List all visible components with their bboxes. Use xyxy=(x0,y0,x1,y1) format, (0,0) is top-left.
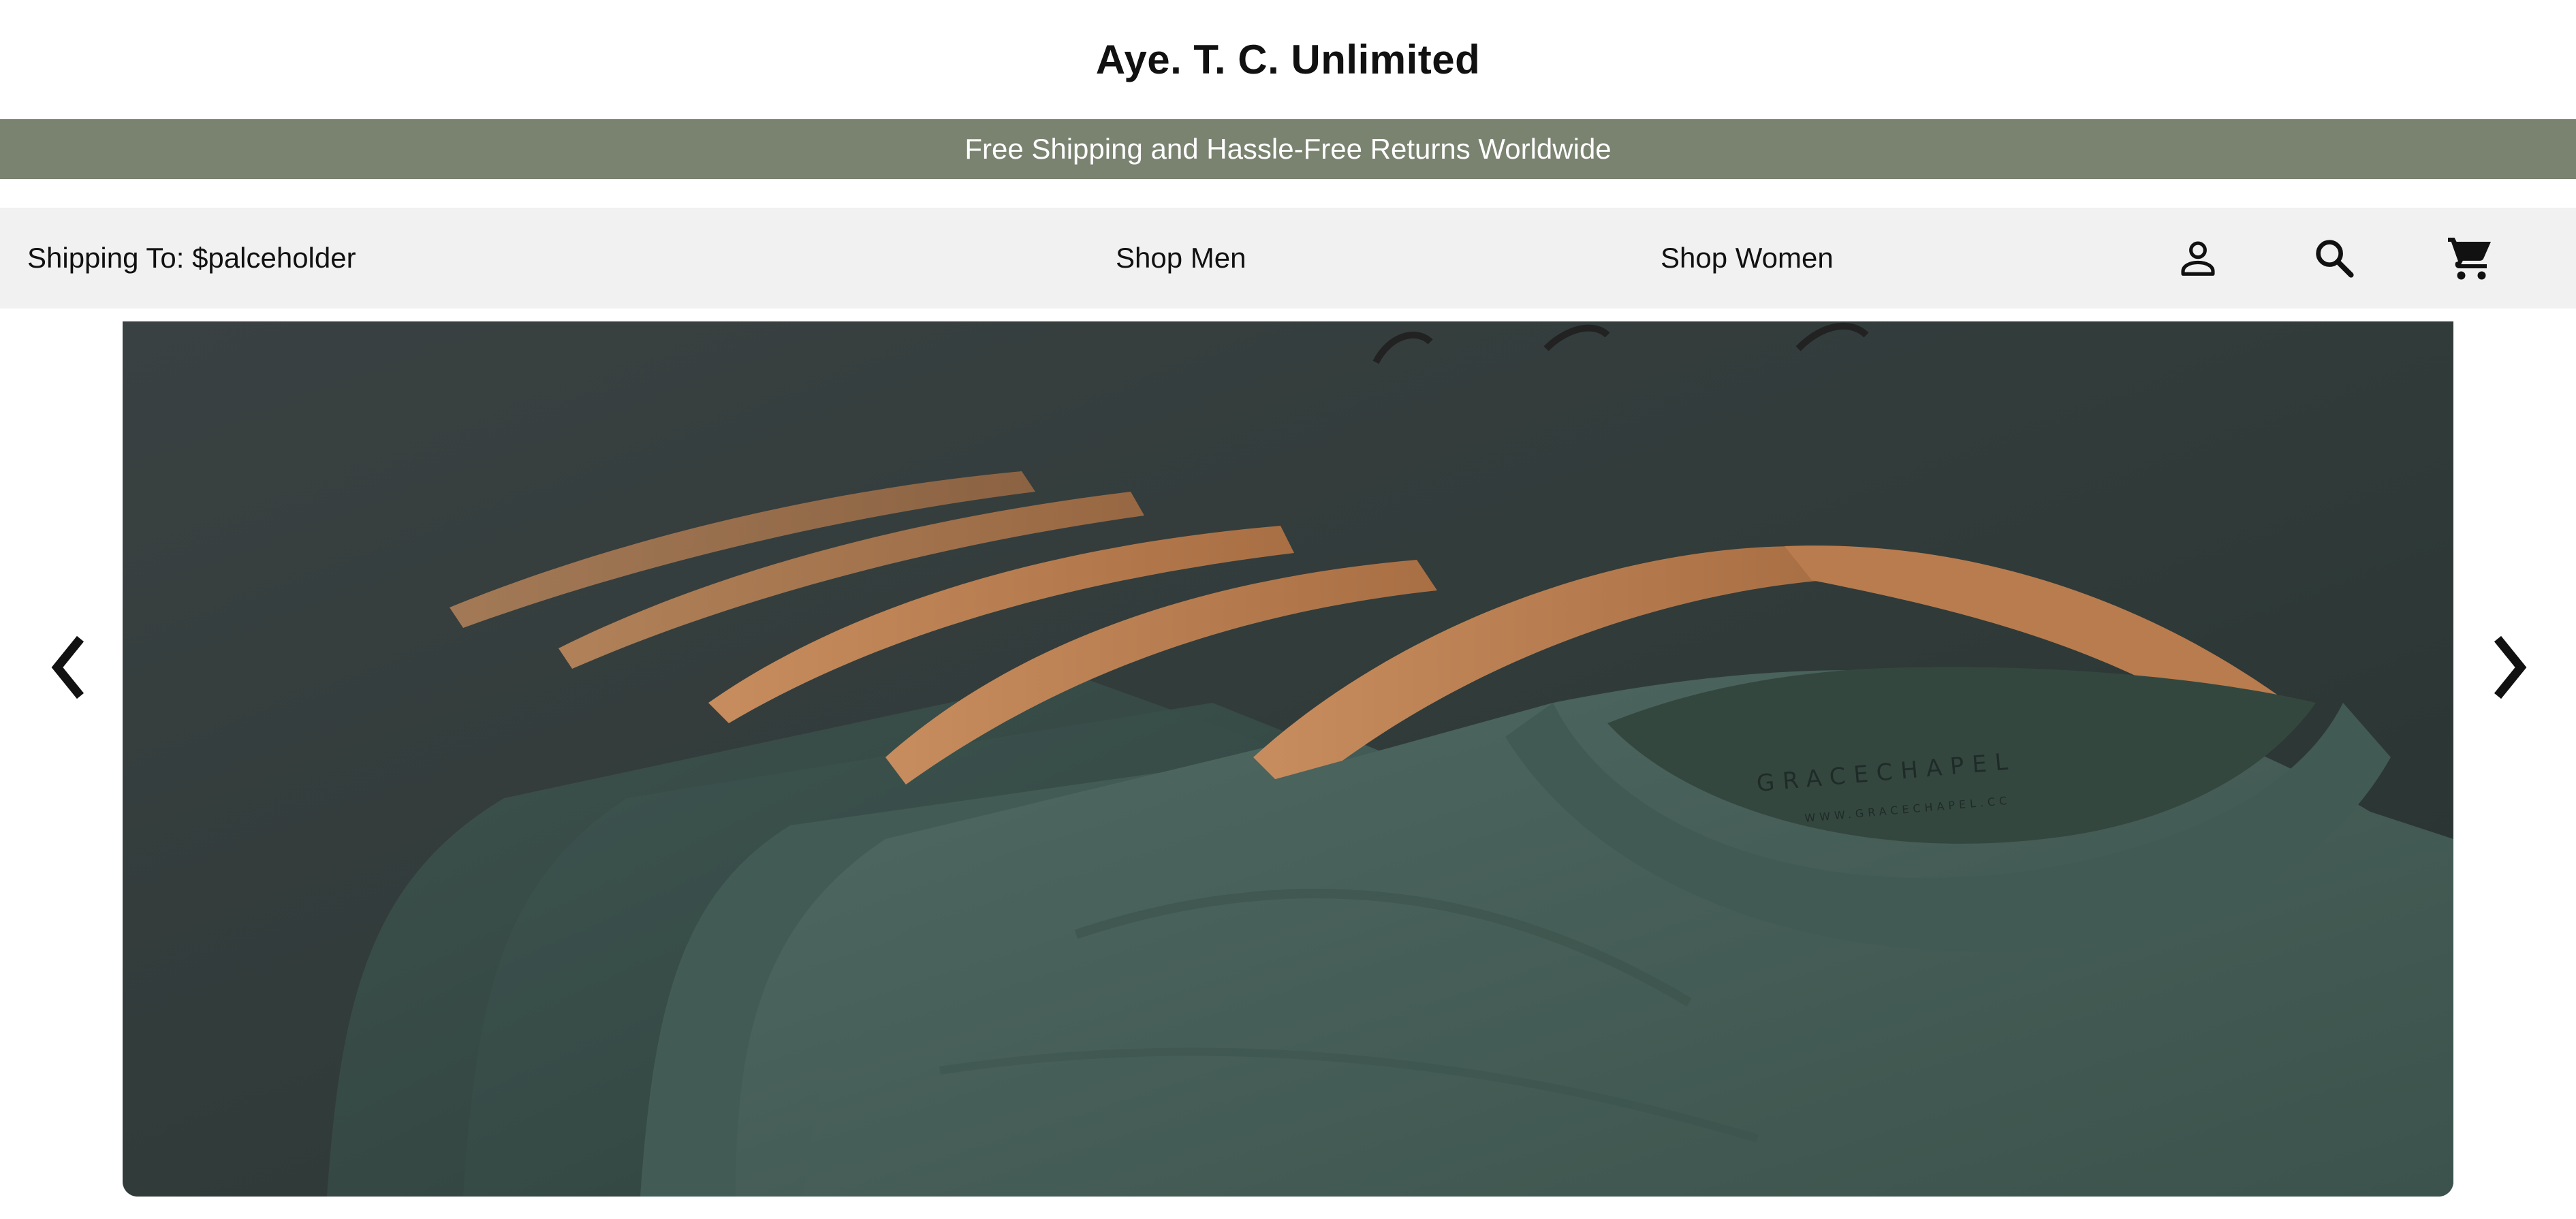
promo-banner: Free Shipping and Hassle-Free Returns Wo… xyxy=(0,119,2576,179)
chevron-left-icon xyxy=(51,635,84,699)
carousel-next-button[interactable] xyxy=(2479,613,2541,722)
shipping-destination[interactable]: Shipping To: $palceholder xyxy=(27,208,356,308)
nav-link-shop-women[interactable]: Shop Women xyxy=(1661,208,1834,308)
cart-icon[interactable] xyxy=(2440,208,2501,308)
promo-text: Free Shipping and Hassle-Free Returns Wo… xyxy=(964,133,1612,165)
site-title[interactable]: Aye. T. C. Unlimited xyxy=(1096,36,1481,83)
search-icon[interactable] xyxy=(2304,208,2365,308)
nav-link-shop-men[interactable]: Shop Men xyxy=(1116,208,1246,308)
hero-image: GRACECHAPEL WWW.GRACECHAPEL.CC xyxy=(123,321,2453,1197)
main-nav: Shipping To: $palceholder Shop Men Shop … xyxy=(0,208,2576,308)
hero-carousel-slide[interactable]: GRACECHAPEL WWW.GRACECHAPEL.CC xyxy=(123,321,2453,1197)
user-icon[interactable] xyxy=(2167,208,2229,308)
chevron-right-icon xyxy=(2494,635,2527,699)
brand-header: Aye. T. C. Unlimited xyxy=(0,0,2576,119)
carousel-prev-button[interactable] xyxy=(37,613,99,722)
